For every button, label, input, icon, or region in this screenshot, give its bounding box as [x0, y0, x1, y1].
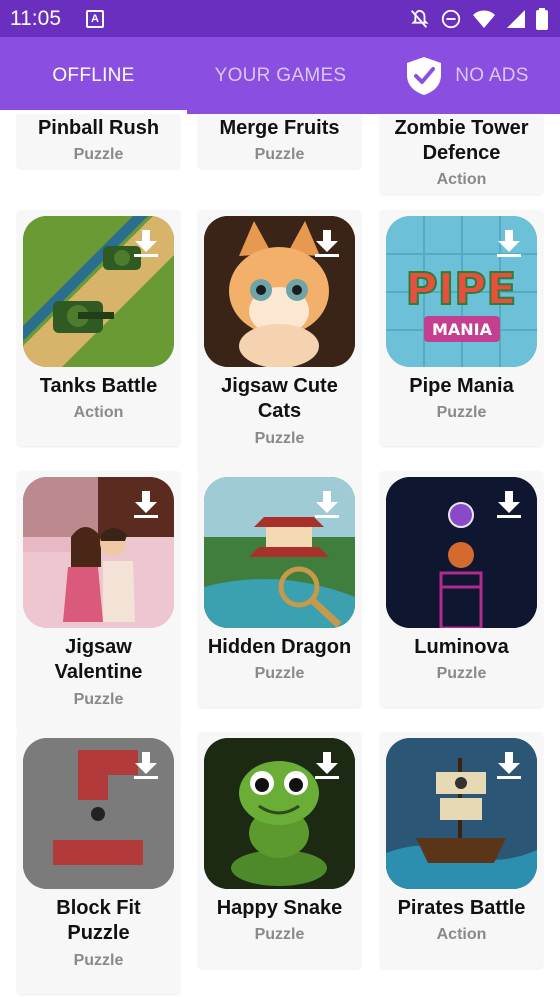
game-thumbnail[interactable]: PIPE MANIA [386, 216, 537, 367]
download-icon[interactable] [495, 228, 523, 258]
tab-no-ads-label: NO ADS [455, 64, 529, 86]
game-title: Pirates Battle [397, 897, 526, 919]
game-title-line2: Defence [422, 142, 501, 164]
battery-icon [536, 8, 548, 30]
notification-badge-icon: A [86, 10, 104, 28]
download-icon[interactable] [313, 228, 341, 258]
tab-bar: OFFLINE YOUR GAMES NO ADS [0, 37, 560, 114]
game-category: Action [436, 171, 487, 188]
game-card-hidden-dragon[interactable]: Hidden Dragon Puzzle [198, 471, 361, 707]
game-thumbnail[interactable] [23, 216, 174, 367]
game-card-jigsaw-valentine[interactable]: Jigsaw Valentine Puzzle [17, 471, 180, 733]
game-category: Action [436, 926, 487, 943]
game-card-pinball-rush[interactable]: Pinball Rush Puzzle [17, 114, 180, 168]
shield-check-icon [407, 56, 442, 95]
game-category: Puzzle [73, 952, 124, 969]
game-title-line2: Puzzle [67, 922, 130, 944]
pipe-logo-word: PIPE [406, 264, 517, 315]
download-icon[interactable] [132, 489, 160, 519]
do-not-disturb-icon [441, 9, 461, 29]
game-title: Block Fit [56, 897, 141, 919]
game-title: Zombie Tower [394, 117, 529, 139]
download-icon[interactable] [132, 750, 160, 780]
game-title: Hidden Dragon [207, 636, 352, 658]
tab-offline[interactable]: OFFLINE [0, 37, 187, 114]
game-title: Luminova [414, 636, 509, 658]
game-thumbnail[interactable] [386, 477, 537, 628]
game-title: Pipe Mania [409, 375, 514, 397]
game-thumbnail[interactable] [386, 738, 537, 889]
status-bar: 11:05 A [0, 0, 560, 37]
download-icon[interactable] [495, 750, 523, 780]
game-card-tanks-battle[interactable]: Tanks Battle Action [17, 210, 180, 446]
game-category: Puzzle [436, 404, 487, 421]
tab-your-games-label: YOUR GAMES [214, 64, 347, 86]
game-thumbnail[interactable] [204, 738, 355, 889]
tab-offline-label: OFFLINE [52, 64, 135, 86]
game-card-jigsaw-cute-cats[interactable]: Jigsaw Cute Cats Puzzle [198, 210, 361, 472]
download-icon[interactable] [313, 489, 341, 519]
wifi-icon [473, 10, 495, 28]
game-category: Puzzle [73, 691, 124, 708]
game-title: Pinball Rush [37, 117, 160, 139]
game-thumbnail[interactable] [204, 216, 355, 367]
tab-your-games[interactable]: YOUR GAMES [187, 37, 374, 114]
game-title: Tanks Battle [39, 375, 158, 397]
status-time: 11:05 [10, 7, 61, 30]
game-category: Puzzle [436, 665, 487, 682]
game-card-block-fit-puzzle[interactable]: Block Fit Puzzle Puzzle [17, 732, 180, 994]
game-title: Happy Snake [216, 897, 343, 919]
game-title: Jigsaw Cute [221, 375, 338, 397]
game-card-pirates-battle[interactable]: Pirates Battle Action [380, 732, 543, 968]
game-category: Puzzle [254, 926, 305, 943]
download-icon[interactable] [495, 489, 523, 519]
tab-no-ads[interactable]: NO ADS [374, 37, 560, 114]
download-icon[interactable] [132, 228, 160, 258]
game-category: Puzzle [254, 146, 305, 163]
game-category: Action [73, 404, 124, 421]
download-icon[interactable] [313, 750, 341, 780]
game-card-luminova[interactable]: Luminova Puzzle [380, 471, 543, 707]
game-title: Merge Fruits [219, 117, 340, 139]
pipe-logo-subword: MANIA [432, 320, 493, 339]
game-category: Puzzle [254, 665, 305, 682]
signal-icon [507, 10, 525, 28]
game-card-merge-fruits[interactable]: Merge Fruits Puzzle [198, 114, 361, 168]
game-card-happy-snake[interactable]: Happy Snake Puzzle [198, 732, 361, 968]
game-card-zombie-tower-defence[interactable]: Zombie Tower Defence Action [380, 114, 543, 194]
game-thumbnail[interactable] [23, 477, 174, 628]
games-grid: Pinball Rush Puzzle Merge Fruits Puzzle … [0, 114, 560, 997]
game-card-pipe-mania[interactable]: PIPE MANIA Pipe Mania Puzzle [380, 210, 543, 446]
game-title: Jigsaw [65, 636, 132, 658]
game-category: Puzzle [254, 430, 305, 447]
game-thumbnail[interactable] [23, 738, 174, 889]
game-title-line2: Valentine [54, 661, 143, 683]
game-thumbnail[interactable] [204, 477, 355, 628]
game-title-line2: Cats [257, 400, 302, 422]
notifications-off-icon [410, 9, 429, 28]
game-category: Puzzle [73, 146, 124, 163]
